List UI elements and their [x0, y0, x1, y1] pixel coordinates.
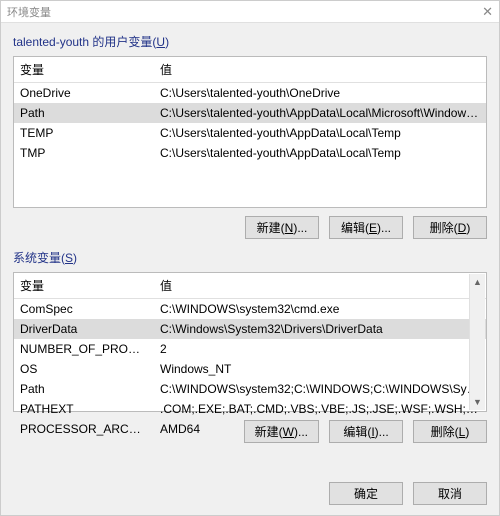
user-variables-label: talented-youth 的用户变量(U): [13, 33, 487, 50]
dialog-body: talented-youth 的用户变量(U) 变量 值 OneDriveC:\…: [1, 23, 499, 459]
ok-button[interactable]: 确定: [329, 482, 403, 505]
scroll-down-icon[interactable]: ▼: [470, 394, 485, 410]
scroll-up-icon[interactable]: ▲: [470, 274, 485, 290]
system-variables-label: 系统变量(S): [13, 249, 487, 266]
label-accel: S: [65, 251, 73, 265]
cell-name: Path: [14, 103, 154, 123]
label-text: 系统变量(: [13, 251, 65, 265]
cell-value: AMD64: [154, 419, 486, 439]
user-variables-group: talented-youth 的用户变量(U) 变量 值 OneDriveC:\…: [13, 33, 487, 239]
label-text: ): [73, 251, 77, 265]
cell-name: TMP: [14, 143, 154, 163]
table-row[interactable]: DriverDataC:\Windows\System32\Drivers\Dr…: [14, 319, 486, 339]
user-edit-button[interactable]: 编辑(E)...: [329, 216, 403, 239]
cell-value: C:\Users\talented-youth\OneDrive: [154, 83, 486, 104]
label-accel: U: [156, 35, 165, 49]
table-header-row: 变量 值: [14, 273, 486, 299]
table-row[interactable]: NUMBER_OF_PROCESSORS2: [14, 339, 486, 359]
close-icon[interactable]: ✕: [482, 4, 493, 20]
col-value[interactable]: 值: [154, 57, 486, 83]
env-variables-dialog: 环境变量 ✕ talented-youth 的用户变量(U) 变量 值 OneD…: [0, 0, 500, 516]
table-row[interactable]: ComSpecC:\WINDOWS\system32\cmd.exe: [14, 299, 486, 320]
cell-value: 2: [154, 339, 486, 359]
cell-name: TEMP: [14, 123, 154, 143]
cell-name: OS: [14, 359, 154, 379]
cell-value: C:\Users\talented-youth\AppData\Local\Te…: [154, 123, 486, 143]
cell-name: Path: [14, 379, 154, 399]
cell-name: ComSpec: [14, 299, 154, 320]
cell-name: PROCESSOR_ARCHITECT: [14, 419, 154, 439]
user-button-row: 新建(N)... 编辑(E)... 删除(D): [13, 216, 487, 239]
cell-value: C:\Users\talented-youth\AppData\Local\Te…: [154, 143, 486, 163]
titlebar: 环境变量 ✕: [1, 1, 499, 23]
table-row[interactable]: TEMPC:\Users\talented-youth\AppData\Loca…: [14, 123, 486, 143]
user-table-body: OneDriveC:\Users\talented-youth\OneDrive…: [14, 83, 486, 164]
table-row[interactable]: PathC:\Users\talented-youth\AppData\Loca…: [14, 103, 486, 123]
system-variables-table-wrap: 变量 值 ComSpecC:\WINDOWS\system32\cmd.exeD…: [13, 272, 487, 412]
table-row[interactable]: OneDriveC:\Users\talented-youth\OneDrive: [14, 83, 486, 104]
cell-value: C:\Users\talented-youth\AppData\Local\Mi…: [154, 103, 486, 123]
cell-value: C:\WINDOWS\system32\cmd.exe: [154, 299, 486, 320]
table-row[interactable]: TMPC:\Users\talented-youth\AppData\Local…: [14, 143, 486, 163]
user-delete-button[interactable]: 删除(D): [413, 216, 487, 239]
user-variables-table[interactable]: 变量 值 OneDriveC:\Users\talented-youth\One…: [14, 57, 486, 163]
col-name[interactable]: 变量: [14, 57, 154, 83]
system-variables-table[interactable]: 变量 值 ComSpecC:\WINDOWS\system32\cmd.exeD…: [14, 273, 486, 439]
dialog-footer: 确定 取消: [329, 482, 487, 505]
label-text: talented-youth 的用户变量(: [13, 35, 156, 49]
col-name[interactable]: 变量: [14, 273, 154, 299]
cell-value: Windows_NT: [154, 359, 486, 379]
cell-name: DriverData: [14, 319, 154, 339]
system-variables-group: 系统变量(S) 变量 值 ComSpecC:\WINDOWS\system32\…: [13, 249, 487, 443]
system-scrollbar[interactable]: ▲ ▼: [469, 274, 485, 410]
table-row[interactable]: PATHEXT.COM;.EXE;.BAT;.CMD;.VBS;.VBE;.JS…: [14, 399, 486, 419]
table-header-row: 变量 值: [14, 57, 486, 83]
user-variables-table-wrap: 变量 值 OneDriveC:\Users\talented-youth\One…: [13, 56, 487, 208]
cell-value: C:\WINDOWS\system32;C:\WINDOWS;C:\WINDOW…: [154, 379, 486, 399]
cancel-button[interactable]: 取消: [413, 482, 487, 505]
user-new-button[interactable]: 新建(N)...: [245, 216, 319, 239]
window-title: 环境变量: [7, 4, 51, 20]
cell-name: OneDrive: [14, 83, 154, 104]
table-row[interactable]: OSWindows_NT: [14, 359, 486, 379]
system-table-body: ComSpecC:\WINDOWS\system32\cmd.exeDriver…: [14, 299, 486, 440]
col-value[interactable]: 值: [154, 273, 486, 299]
cell-name: PATHEXT: [14, 399, 154, 419]
table-row[interactable]: PathC:\WINDOWS\system32;C:\WINDOWS;C:\WI…: [14, 379, 486, 399]
label-text: ): [165, 35, 169, 49]
table-row[interactable]: PROCESSOR_ARCHITECTAMD64: [14, 419, 486, 439]
cell-value: .COM;.EXE;.BAT;.CMD;.VBS;.VBE;.JS;.JSE;.…: [154, 399, 486, 419]
cell-value: C:\Windows\System32\Drivers\DriverData: [154, 319, 486, 339]
cell-name: NUMBER_OF_PROCESSORS: [14, 339, 154, 359]
